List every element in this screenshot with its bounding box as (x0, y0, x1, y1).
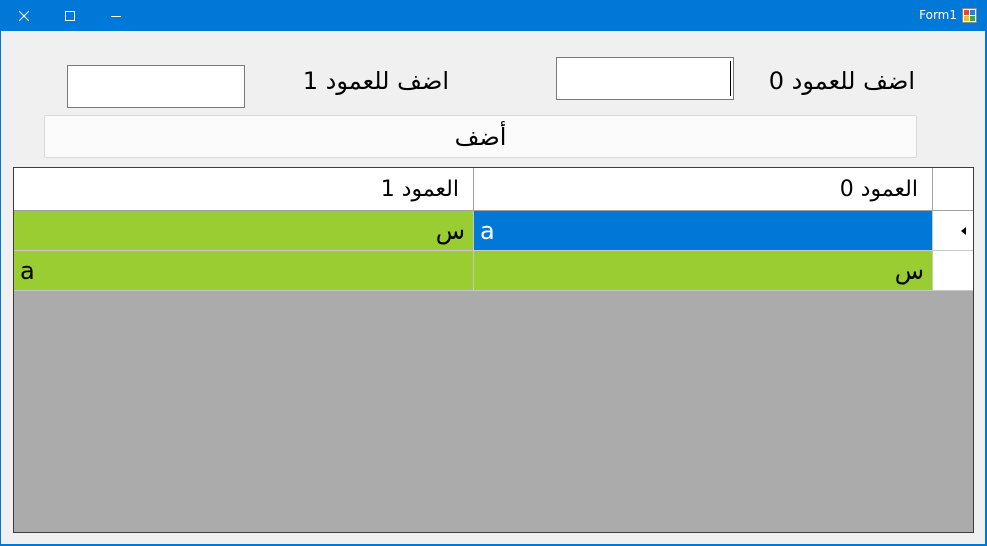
column-header-1[interactable]: العمود 1 (14, 168, 473, 211)
textbox-column-0[interactable] (556, 57, 734, 100)
grid-header-row: العمود 0 العمود 1 (14, 168, 973, 211)
label-add-column-1: اضف للعمود 1 (302, 67, 449, 95)
add-button[interactable]: أضف (44, 115, 917, 158)
label-add-column-0: اضف للعمود 0 (768, 67, 915, 95)
data-grid-view[interactable]: العمود 0 العمود 1 a س س a (13, 167, 974, 533)
cell-r0-c1[interactable]: س (14, 211, 473, 251)
close-icon (19, 10, 29, 21)
form-client-area: اضف للعمود 0 اضف للعمود 1 أضف العمود 0 ا… (1, 31, 985, 544)
column-header-0[interactable]: العمود 0 (473, 168, 932, 211)
minimize-icon (111, 15, 121, 17)
close-button[interactable] (1, 0, 47, 31)
app-icon (962, 8, 977, 23)
maximize-icon (65, 10, 75, 21)
row-header-0[interactable] (932, 211, 973, 251)
minimize-button[interactable] (93, 0, 139, 31)
window-title: Form1 (919, 8, 957, 22)
textbox-column-1[interactable] (67, 65, 245, 108)
title-bar[interactable]: Form1 (0, 0, 987, 31)
row-header-1[interactable] (932, 251, 973, 291)
form-window: Form1 اضف للعمود 0 اضف للعمود 1 أضف العم… (0, 0, 987, 546)
cell-r0-c0[interactable]: a (473, 211, 932, 251)
grid-row-0[interactable]: a س (14, 211, 973, 251)
cell-r1-c0[interactable]: س (473, 251, 932, 291)
maximize-button[interactable] (47, 0, 93, 31)
cell-r1-c1[interactable]: a (14, 251, 473, 291)
grid-row-1[interactable]: س a (14, 251, 973, 291)
grid-top-left-header[interactable] (932, 168, 973, 211)
current-row-arrow-icon (961, 226, 966, 235)
text-caret (730, 61, 731, 96)
